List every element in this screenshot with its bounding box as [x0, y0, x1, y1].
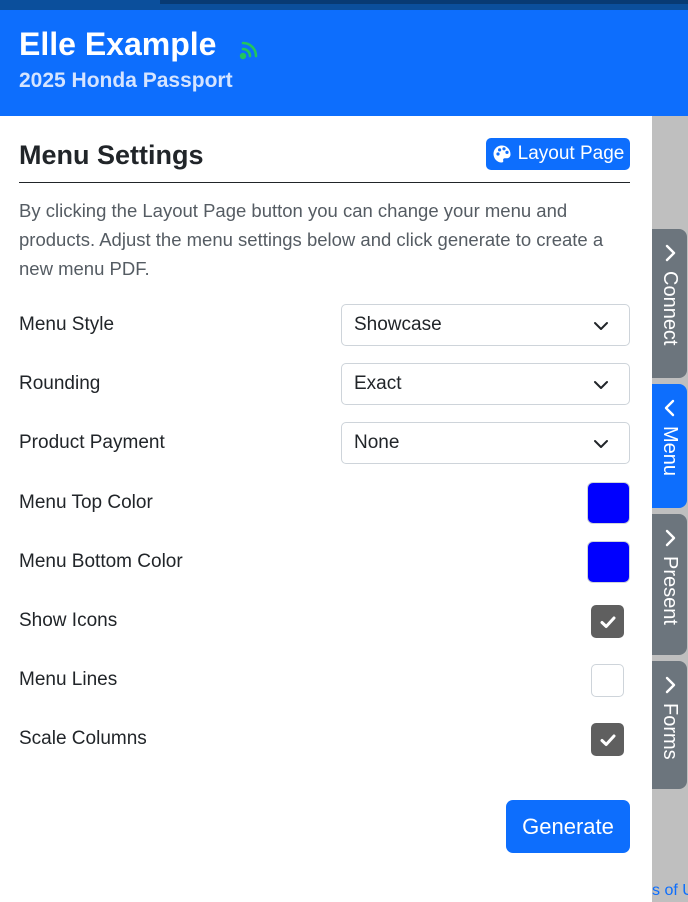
product-payment-label: Product Payment: [19, 432, 165, 453]
show-icons-label: Show Icons: [19, 610, 118, 631]
customer-name: Elle Example: [19, 26, 217, 62]
title-divider: [19, 182, 630, 183]
scale-columns-label: Scale Columns: [19, 728, 147, 749]
menu-lines-checkbox[interactable]: [591, 664, 624, 697]
footer-link[interactable]: s of U: [652, 882, 688, 900]
palette-icon: [493, 145, 511, 163]
menu-bottom-color-label: Menu Bottom Color: [19, 551, 183, 572]
tab-menu-label: Menu: [659, 426, 681, 477]
chevron-down-icon: [594, 381, 608, 389]
rounding-value: Exact: [354, 373, 402, 394]
menu-style-row: Menu Style Showcase: [19, 304, 630, 346]
window-top-strip: [0, 0, 688, 10]
chevron-right-icon: [665, 676, 675, 694]
tab-connect[interactable]: Connect: [652, 229, 687, 378]
generate-button[interactable]: Generate: [506, 800, 630, 853]
rounding-label: Rounding: [19, 373, 101, 394]
show-icons-checkbox[interactable]: [591, 605, 624, 638]
scale-columns-row: Scale Columns: [19, 718, 630, 760]
chevron-down-icon: [594, 322, 608, 330]
tab-forms-label: Forms: [659, 703, 681, 760]
checkmark-icon: [600, 616, 615, 628]
menu-settings-panel: Menu Settings Layout Page By clicking th…: [0, 116, 652, 902]
panel-title: Menu Settings: [19, 140, 204, 170]
menu-bottom-color-row: Menu Bottom Color: [19, 541, 630, 583]
menu-top-color-label: Menu Top Color: [19, 492, 153, 513]
tab-present[interactable]: Present: [652, 514, 687, 655]
chevron-right-icon: [665, 529, 675, 547]
checkmark-icon: [600, 734, 615, 746]
top-strip-dark: [160, 0, 688, 4]
menu-bottom-color-picker[interactable]: [587, 541, 630, 583]
menu-lines-row: Menu Lines: [19, 659, 630, 701]
chevron-right-icon: [665, 244, 675, 262]
product-payment-row: Product Payment None: [19, 422, 630, 464]
menu-top-color-row: Menu Top Color: [19, 482, 630, 524]
layout-page-label: Layout Page: [517, 143, 625, 164]
show-icons-row: Show Icons: [19, 600, 630, 642]
customer-header: Elle Example 2025 Honda Passport: [0, 10, 688, 116]
menu-style-label: Menu Style: [19, 314, 115, 335]
layout-page-button[interactable]: Layout Page: [486, 138, 630, 170]
chevron-left-icon: [664, 399, 674, 417]
product-payment-value: None: [354, 432, 400, 453]
rounding-row: Rounding Exact: [19, 363, 630, 405]
product-payment-select[interactable]: None: [341, 422, 630, 464]
customer-name-row: Elle Example: [19, 26, 262, 63]
scale-columns-checkbox[interactable]: [591, 723, 624, 756]
menu-style-value: Showcase: [354, 314, 442, 335]
menu-style-select[interactable]: Showcase: [341, 304, 630, 346]
menu-lines-label: Menu Lines: [19, 669, 118, 690]
tab-menu[interactable]: Menu: [652, 384, 687, 508]
rounding-select[interactable]: Exact: [341, 363, 630, 405]
tab-forms[interactable]: Forms: [652, 661, 687, 789]
chevron-down-icon: [594, 440, 608, 448]
signal-icon: [236, 34, 262, 60]
settings-description: By clicking the Layout Page button you c…: [19, 200, 604, 279]
menu-top-color-picker[interactable]: [587, 482, 630, 524]
tab-connect-label: Connect: [659, 271, 681, 346]
tab-present-label: Present: [659, 556, 681, 625]
vehicle-name: 2025 Honda Passport: [19, 69, 233, 92]
